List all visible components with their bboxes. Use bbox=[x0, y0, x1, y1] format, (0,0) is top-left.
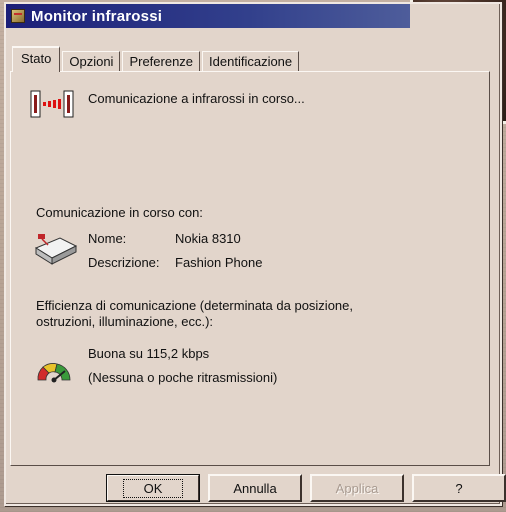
device-name-label: Nome: bbox=[88, 231, 127, 246]
efficiency-header: Efficienza di comunicazione (determinata… bbox=[36, 298, 353, 329]
tab-preferenze[interactable]: Preferenze bbox=[122, 51, 201, 72]
help-button-label: ? bbox=[455, 480, 463, 496]
device-description-label: Descrizione: bbox=[88, 255, 160, 270]
signal-gauge-icon bbox=[37, 363, 71, 383]
apply-button-label: Applica bbox=[335, 480, 379, 496]
apply-button[interactable]: Applica bbox=[310, 474, 404, 502]
device-icon bbox=[34, 234, 78, 265]
connection-header: Comunicazione in corso con: bbox=[36, 205, 203, 220]
cancel-button-label: Annulla bbox=[233, 480, 277, 496]
status-message: Comunicazione a infrarossi in corso... bbox=[88, 91, 305, 106]
tab-strip: Stato Opzioni Preferenze Identificazione bbox=[12, 46, 301, 72]
ok-button-label: OK bbox=[122, 478, 184, 498]
infrared-transfer-icon bbox=[30, 90, 74, 118]
device-description-value: Fashion Phone bbox=[175, 255, 263, 270]
window-app-icon bbox=[11, 9, 25, 23]
tab-opzioni[interactable]: Opzioni bbox=[62, 51, 121, 72]
window-title: Monitor infrarossi bbox=[31, 7, 163, 25]
retransmissions-text: (Nessuna o poche ritrasmissioni) bbox=[88, 370, 278, 385]
device-name-value: Nokia 8310 bbox=[175, 231, 241, 246]
title-bar[interactable]: Monitor infrarossi bbox=[6, 4, 410, 28]
tab-stato[interactable]: Stato bbox=[12, 46, 61, 72]
link-speed-text: Buona su 115,2 kbps bbox=[88, 346, 210, 361]
cancel-button[interactable]: Annulla bbox=[208, 474, 302, 502]
ok-button[interactable]: OK bbox=[106, 474, 200, 502]
tab-identificazione[interactable]: Identificazione bbox=[202, 51, 300, 72]
help-button[interactable]: ? bbox=[412, 474, 506, 502]
